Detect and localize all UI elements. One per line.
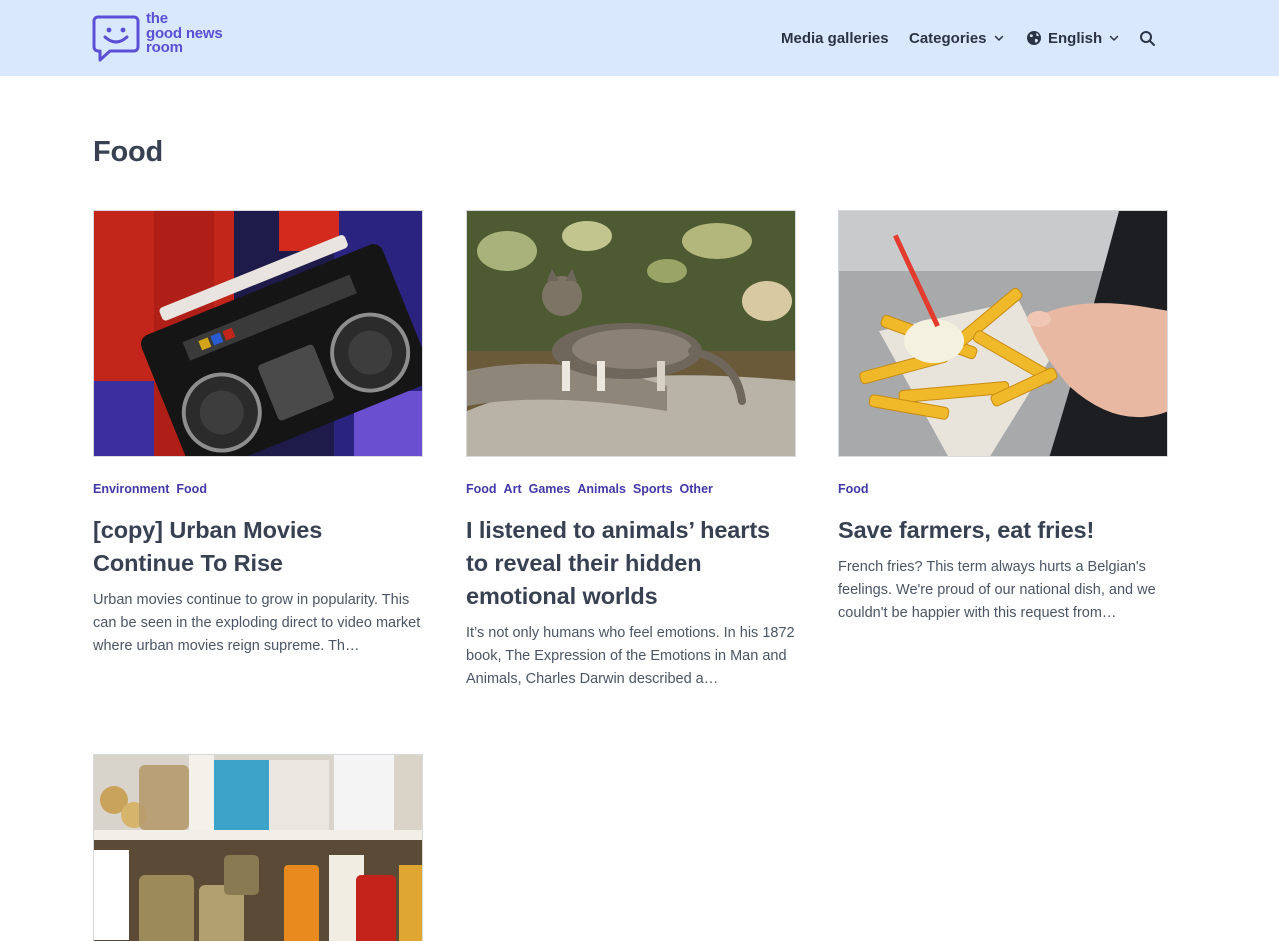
tag-link[interactable]: Food [838, 482, 869, 498]
main-nav: Media galleries Categories English [0, 26, 1279, 50]
nav-media-galleries-label: Media galleries [781, 29, 889, 47]
article-image-boombox[interactable] [93, 210, 423, 457]
tag-link[interactable]: Food [466, 482, 497, 498]
article-tags: Food Art Games Animals Sports Other [466, 482, 796, 498]
article-card [93, 754, 423, 941]
article-excerpt: It’s not only humans who feel emotions. … [466, 625, 795, 687]
chevron-down-icon [994, 35, 1003, 41]
article-excerpt: Urban movies continue to grow in popular… [93, 592, 421, 654]
nav-media-galleries[interactable]: Media galleries [781, 26, 889, 50]
page-title: Food [93, 136, 164, 168]
article-image-cat[interactable] [466, 210, 796, 457]
article-image-fries[interactable] [838, 210, 1168, 457]
globe-icon [1027, 31, 1041, 45]
nav-language-dropdown[interactable]: English [1026, 26, 1120, 50]
nav-categories-label: Categories [909, 29, 987, 47]
nav-categories-dropdown[interactable]: Categories [909, 26, 1005, 50]
article-card: Environment Food [copy] Urban Movies Con… [93, 210, 423, 658]
article-title[interactable]: I listened to animals’ hearts to reveal … [466, 514, 796, 613]
chevron-down-icon [1109, 35, 1119, 41]
article-excerpt: French fries? This term always hurts a B… [838, 559, 1156, 621]
article-title[interactable]: Save farmers, eat fries! [838, 514, 1168, 547]
article-tags: Environment Food [93, 482, 423, 498]
article-card: Food Save farmers, eat fries! French fri… [838, 210, 1168, 625]
tag-link[interactable]: Animals [577, 482, 626, 498]
tag-link[interactable]: Art [504, 482, 522, 498]
site-header: the good news room Media galleries Categ… [0, 0, 1279, 76]
article-title[interactable]: [copy] Urban Movies Continue To Rise [93, 514, 423, 580]
tag-link[interactable]: Games [529, 482, 571, 498]
article-card: Food Art Games Animals Sports Other I li… [466, 210, 796, 691]
search-icon [1140, 30, 1155, 46]
tag-link[interactable]: Other [680, 482, 713, 498]
nav-language-label: English [1048, 29, 1103, 47]
article-image-pantry[interactable] [93, 754, 423, 941]
tag-link[interactable]: Food [176, 482, 207, 498]
article-tags: Food [838, 482, 1168, 498]
tag-link[interactable]: Environment [93, 482, 169, 498]
tag-link[interactable]: Sports [633, 482, 673, 498]
search-button[interactable] [1139, 26, 1156, 50]
